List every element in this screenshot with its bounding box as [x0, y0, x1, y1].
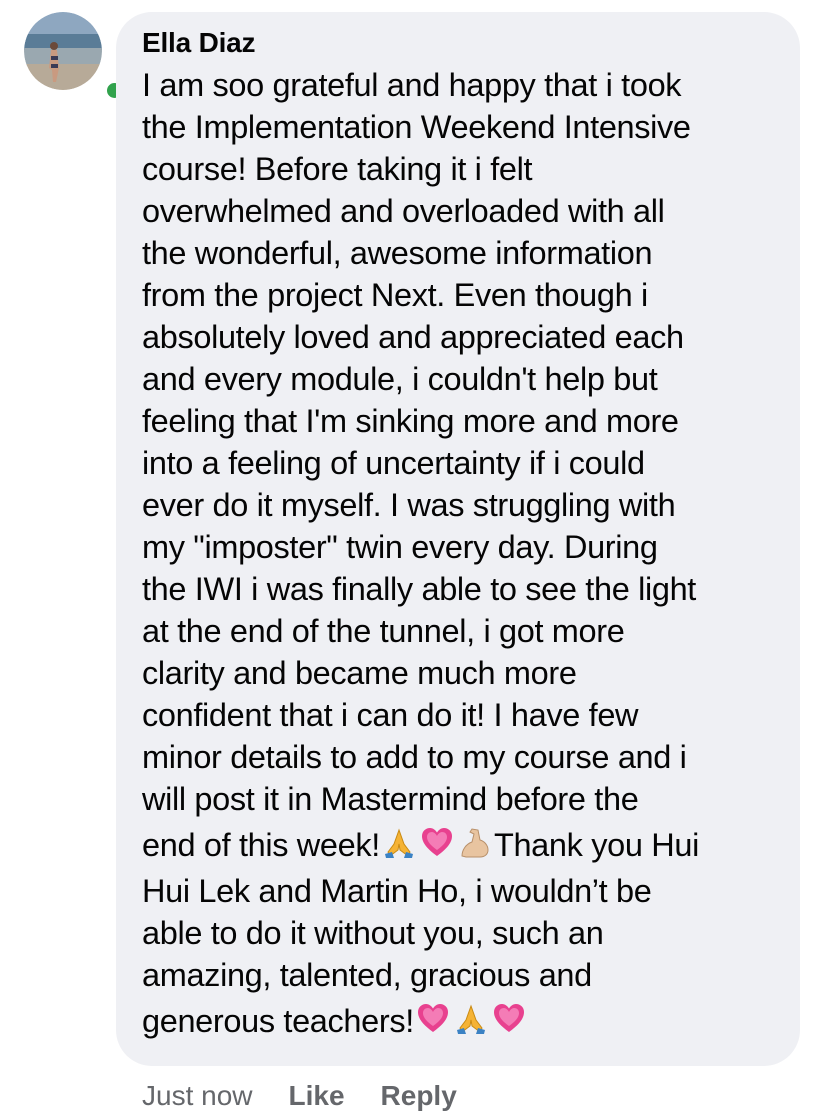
comment-line: overwhelmed and overloaded with all: [142, 193, 665, 229]
comment-line-text: Thank you Hui: [493, 827, 699, 863]
reply-button[interactable]: Reply: [381, 1080, 457, 1112]
comment-line: absolutely loved and appreciated each: [142, 319, 684, 355]
comment-line: the wonderful, awesome information: [142, 235, 653, 271]
like-button[interactable]: Like: [289, 1080, 345, 1112]
comment-line: into a feeling of uncertainty if i could: [142, 445, 645, 481]
comment-author-name[interactable]: Ella Diaz: [142, 26, 780, 60]
comment-line-text: generous teachers!: [142, 1003, 414, 1039]
comment-line: feeling that I'm sinking more and more: [142, 403, 679, 439]
flexed-biceps-emoji: [461, 828, 489, 858]
comment-line: confident that i can do it! I have few: [142, 697, 639, 733]
growing-heart-emoji: [417, 1004, 448, 1032]
comment-line: the Implementation Weekend Intensive: [142, 109, 691, 145]
growing-heart-emoji: [421, 828, 452, 856]
comment-line: my "imposter" twin every day. During: [142, 529, 658, 565]
comment-line: end of this week! Thank you Hui: [142, 820, 780, 870]
comment-line-text: end of this week!: [142, 827, 380, 863]
comment-line: will post it in Mastermind before the: [142, 781, 639, 817]
comment-line: at the end of the tunnel, i got more: [142, 613, 625, 649]
comment-line: ever do it myself. I was struggling with: [142, 487, 676, 523]
comment-bubble: Ella Diaz I am soo grateful and happy th…: [116, 12, 800, 1066]
user-photo-avatar: [24, 12, 102, 90]
comment-timestamp[interactable]: Just now: [142, 1080, 253, 1112]
comment-line: Hui Lek and Martin Ho, i wouldn’t be: [142, 873, 652, 909]
folded-hands-emoji: [384, 828, 413, 858]
growing-heart-emoji: [493, 1004, 524, 1032]
comment-line: generous teachers!: [142, 996, 780, 1046]
comment-line: and every module, i couldn't help but: [142, 361, 658, 397]
comment-line: I am soo grateful and happy that i took: [142, 67, 682, 103]
comment-actions: Just now Like Reply: [142, 1078, 493, 1114]
comment-line: from the project Next. Even though i: [142, 277, 648, 313]
comment-line: clarity and became much more: [142, 655, 577, 691]
comment-line: course! Before taking it i felt: [142, 151, 533, 187]
folded-hands-emoji: [456, 1004, 485, 1034]
comment-line: the IWI i was finally able to see the li…: [142, 571, 696, 607]
avatar[interactable]: [24, 12, 125, 101]
comment-line: minor details to add to my course and i: [142, 739, 687, 775]
comment-line: able to do it without you, such an: [142, 915, 604, 951]
comment-line: amazing, talented, gracious and: [142, 957, 592, 993]
comment-text: I am soo grateful and happy that i took …: [142, 64, 780, 1046]
